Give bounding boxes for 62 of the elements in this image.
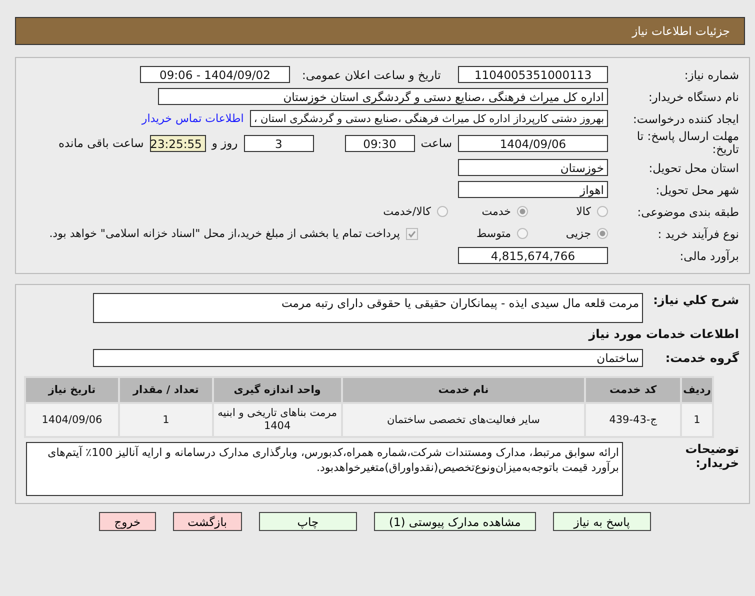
field-label: گروه خدمت:	[664, 350, 739, 364]
action-button[interactable]: خروج	[99, 512, 156, 531]
radio-label: متوسط	[476, 227, 511, 240]
service-group-field: ساختمان	[93, 348, 643, 366]
action-button[interactable]: چاپ	[258, 512, 357, 531]
table-cell: 1	[120, 404, 212, 436]
checkbox[interactable]	[406, 228, 418, 240]
radio-label: کالا/خدمت	[383, 205, 431, 218]
radio-button[interactable]	[597, 206, 608, 217]
field-label: نام دستگاه خریدار:	[647, 90, 739, 104]
radio-label: جزیی	[566, 227, 591, 240]
field-label: طبقه بندی موضوعی:	[636, 204, 739, 218]
field-label: ساعت باقی مانده	[58, 136, 144, 150]
days-field: 3	[244, 134, 314, 152]
field-label: مهلت ارسال پاسخ: تا تاریخ:	[636, 130, 739, 156]
radio-button[interactable]	[517, 206, 528, 217]
province-field: خوزستان	[458, 159, 608, 176]
action-button[interactable]: بازگشت	[172, 512, 242, 531]
radio-button[interactable]	[597, 228, 608, 239]
action-button[interactable]: مشاهده مدارک پیوستی (1)	[374, 512, 536, 531]
field-label: شهر محل تحویل:	[654, 182, 739, 196]
announce-date-field: 1404/09/02 - 09:06	[140, 66, 290, 83]
field-label: استان محل تحویل:	[648, 160, 739, 174]
table-cell: مرمت بناهای تاریخی و ابنیه 1404	[214, 404, 341, 436]
field-label: ساعت	[420, 136, 452, 150]
description-field: مرمت قلعه مال سیدی ایذه - پیمانکاران حقیقی یا حقوقی دارای رتبه مرمت	[93, 293, 643, 323]
buyer-org-field: اداره کل میراث فرهنگی ،صنایع دستی و گردشگری استان خوزستان	[158, 88, 608, 105]
table-cell: 1	[682, 404, 712, 436]
city-field: اهواز	[458, 181, 608, 198]
requester-field: بهروز دشتی کارپرداز اداره کل میراث فرهنگی ،صنایع دستی و گردشگری استان ،	[250, 110, 608, 127]
deadline-time-field: 09:30	[344, 134, 415, 152]
field-label: برآورد مالی:	[678, 248, 739, 262]
column-header: تعداد / مقدار	[120, 378, 212, 402]
column-header: واحد اندازه گیری	[214, 378, 341, 402]
column-header: کد خدمت	[586, 378, 680, 402]
field-label: تاریخ و ساعت اعلان عمومی:	[302, 68, 442, 82]
radio-button[interactable]	[437, 206, 448, 217]
field-label: نوع فرآیند خرید :	[656, 226, 739, 240]
radio-label: خدمت	[482, 205, 511, 218]
buyer-notes-field: ارائه سوابق مرتبط، مدارک ومستندات شرکت،شماره همراه،کدبورس، وبارگذاری مدارک درسامانه و ارایه آنالیز 100٪ آیتم‌های برآورد قیمت باتوجه‌به‌میزان‌ونوع‌تخصیص(نقدواوراق)متغیرخواهدبود.	[26, 442, 623, 496]
deadline-date-field: 1404/09/06	[458, 134, 608, 152]
checkbox-label: پرداخت تمام یا بخشی از مبلغ خرید،از محل "اسناد خزانه اسلامی" خواهد بود.	[49, 227, 400, 240]
radio-button[interactable]	[517, 228, 528, 239]
field-label: توضیحات خریدار:	[684, 442, 739, 470]
field-label: شرح کلي نياز:	[652, 293, 739, 307]
radio-label: کالا	[576, 205, 591, 218]
table-cell: سایر فعالیت‌های تخصصی ساختمان	[342, 404, 584, 436]
column-header: ردیف	[682, 378, 712, 402]
need-number-field: 1104005351000113	[458, 66, 608, 83]
table-cell: 1404/09/06	[26, 404, 118, 436]
section-heading: اطلاعات خدمات مورد نیاز	[588, 327, 739, 341]
table-cell: ج-43-439	[586, 404, 680, 436]
column-header: تاریخ نیاز	[26, 378, 118, 402]
contact-link[interactable]: اطلاعات تماس خریدار	[142, 112, 244, 125]
column-header: نام خدمت	[342, 378, 584, 402]
action-button[interactable]: پاسخ به نیاز	[552, 512, 651, 531]
field-label: ایجاد کننده درخواست:	[632, 112, 739, 126]
budget-field: 4,815,674,766	[458, 247, 608, 264]
remaining-time-field: 23:25:55	[150, 134, 206, 152]
field-label: شماره نیاز:	[683, 68, 739, 82]
field-label: روز و	[212, 136, 238, 150]
page-title: جزئیات اطلاعات نیاز	[632, 24, 730, 38]
